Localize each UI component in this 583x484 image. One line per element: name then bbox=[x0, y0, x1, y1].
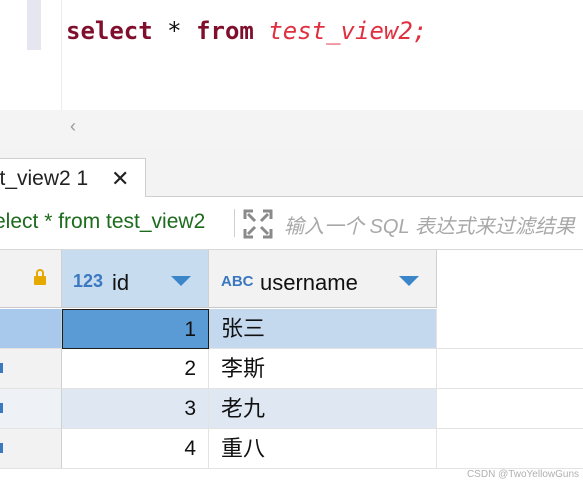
filter-divider bbox=[234, 209, 235, 237]
cell-id[interactable]: 1 bbox=[62, 309, 209, 349]
row-number-cell[interactable] bbox=[0, 429, 62, 469]
sql-statement-line[interactable]: select * from test_view2; bbox=[66, 17, 427, 45]
current-query-text[interactable]: elect * from test_view2 bbox=[0, 210, 205, 234]
cell-id[interactable]: 3 bbox=[62, 389, 209, 429]
grid-empty-header bbox=[437, 250, 583, 308]
row-number-cell[interactable] bbox=[0, 309, 62, 349]
cell-username[interactable]: 张三 bbox=[209, 309, 437, 349]
row-number-cell[interactable] bbox=[0, 349, 62, 389]
empty-cell bbox=[437, 429, 583, 469]
expand-filter-icon[interactable] bbox=[243, 209, 273, 239]
sql-editor[interactable]: select * from test_view2; bbox=[0, 0, 583, 110]
sort-dropdown-icon[interactable] bbox=[399, 276, 419, 286]
empty-cell bbox=[437, 389, 583, 429]
cell-username[interactable]: 老九 bbox=[209, 389, 437, 429]
cell-username[interactable]: 重八 bbox=[209, 429, 437, 469]
row-number-marker bbox=[0, 443, 3, 453]
results-grid: 123 id ABC username 1 张三 2 李斯 3 老九 4 重八 bbox=[0, 250, 583, 484]
column-name: id bbox=[112, 270, 130, 295]
row-number-header[interactable] bbox=[0, 250, 62, 308]
close-icon[interactable]: ✕ bbox=[111, 166, 129, 192]
table-row[interactable]: 1 张三 bbox=[0, 309, 583, 349]
column-name: username bbox=[260, 270, 358, 295]
sort-dropdown-icon[interactable] bbox=[171, 276, 191, 286]
text-type-icon: ABC bbox=[221, 273, 254, 290]
sql-table-name: test_view2; bbox=[268, 17, 428, 45]
editor-horizontal-scrollbar[interactable]: ‹ bbox=[0, 110, 583, 149]
cell-id[interactable]: 4 bbox=[62, 429, 209, 469]
numeric-type-icon: 123 bbox=[73, 271, 104, 291]
empty-cell bbox=[437, 349, 583, 389]
row-number-marker bbox=[0, 403, 3, 413]
table-row[interactable]: 4 重八 bbox=[0, 429, 583, 469]
cell-username[interactable]: 李斯 bbox=[209, 349, 437, 389]
results-tab-bar: st_view2 1 ✕ bbox=[0, 148, 583, 197]
empty-cell bbox=[437, 309, 583, 349]
table-row[interactable]: 2 李斯 bbox=[0, 349, 583, 389]
sql-keyword-from: from bbox=[196, 17, 254, 45]
sql-keyword-select: select bbox=[66, 17, 153, 45]
lock-icon bbox=[34, 269, 46, 285]
editor-gutter-marker bbox=[27, 0, 41, 50]
editor-gutter-divider bbox=[61, 0, 62, 110]
sql-star: * bbox=[167, 17, 182, 45]
cell-id[interactable]: 2 bbox=[62, 349, 209, 389]
column-header-id[interactable]: 123 id bbox=[62, 250, 209, 308]
filter-bar: elect * from test_view2 输入一个 SQL 表达式来过滤结… bbox=[0, 197, 583, 250]
scroll-left-icon[interactable]: ‹ bbox=[70, 116, 76, 137]
tab-results[interactable]: st_view2 1 ✕ bbox=[0, 158, 146, 197]
row-number-marker bbox=[0, 363, 3, 373]
table-row[interactable]: 3 老九 bbox=[0, 389, 583, 429]
row-number-cell[interactable] bbox=[0, 389, 62, 429]
filter-input[interactable]: 输入一个 SQL 表达式来过滤结果 bbox=[284, 210, 575, 239]
tab-label: st_view2 1 bbox=[0, 167, 89, 190]
column-header-username[interactable]: ABC username bbox=[209, 250, 437, 308]
credit-watermark: CSDN @TwoYellowGuns bbox=[466, 469, 579, 480]
